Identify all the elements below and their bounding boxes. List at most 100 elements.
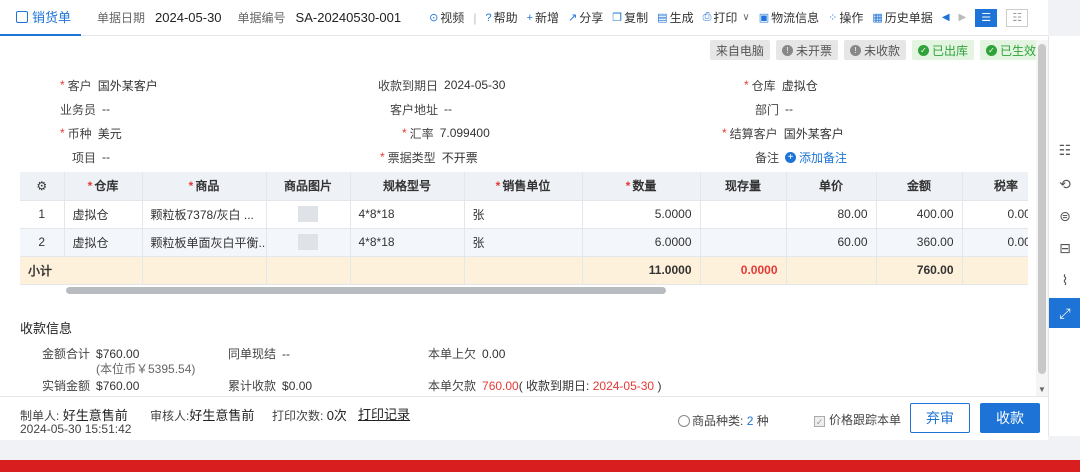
attachment-icon[interactable]: ⌇ — [1055, 270, 1075, 290]
order-no-value[interactable]: SA-20240530-001 — [296, 10, 402, 25]
customer-value[interactable]: 国外某客户 — [98, 77, 158, 94]
currency-field[interactable]: * 币种 美元 — [60, 124, 122, 142]
col-tax[interactable]: 税率 — [962, 172, 1028, 201]
row-amount[interactable]: 400.00 — [876, 200, 963, 229]
warehouse-value[interactable]: 虚拟仓 — [782, 77, 818, 94]
row-product[interactable]: 颗粒板7378/灰白 ... — [142, 200, 267, 229]
abandon-audit-button[interactable]: 弃审 — [910, 403, 970, 433]
col-stock[interactable]: 现存量 — [700, 172, 787, 201]
list-view-icon[interactable]: ☰ — [975, 8, 998, 27]
next-arrow-icon[interactable]: ▶ — [959, 12, 967, 23]
row-qty[interactable]: 5.0000 — [582, 200, 701, 229]
row-price[interactable]: 80.00 — [786, 200, 877, 229]
footer-bar: 制单人: 好生意售前 2024-05-30 15:51:42 审核人:好生意售前… — [0, 396, 1048, 440]
expand-icon[interactable]: ⤢ — [1049, 298, 1080, 328]
total-amount-label: 金额合计 — [42, 347, 91, 361]
salesman-field[interactable]: 业务员 -- — [60, 100, 110, 118]
due-date-value[interactable]: 2024-05-30 — [444, 78, 505, 92]
row-warehouse[interactable]: 虚拟仓 — [64, 200, 143, 229]
logistics-button[interactable]: ▣ 物流信息 — [759, 9, 819, 26]
customer-field[interactable]: * 客户 国外某客户 — [60, 76, 158, 94]
currency-value[interactable]: 美元 — [98, 125, 122, 142]
dept-field[interactable]: 部门 -- — [755, 100, 793, 118]
scroll-down-arrow-icon[interactable]: ▼ — [1038, 385, 1046, 394]
address-field[interactable]: 客户地址 -- — [390, 100, 452, 118]
row-tax[interactable]: 0.00% — [962, 200, 1028, 229]
scrollbar-thumb[interactable] — [1038, 44, 1046, 374]
row-image[interactable] — [266, 228, 351, 257]
col-price[interactable]: 单价 — [786, 172, 877, 201]
chevron-down-icon[interactable]: ∨ — [742, 12, 749, 23]
collect-icon[interactable]: ⊜ — [1055, 206, 1075, 226]
add-remark-link[interactable]: + 添加备注 — [785, 149, 847, 166]
table-row[interactable]: 1 虚拟仓 颗粒板7378/灰白 ... 4*8*18 张 5.0000 80.… — [20, 200, 1028, 229]
col-product[interactable]: * 商品 — [142, 172, 267, 201]
checkbox-icon[interactable]: ✓ — [814, 416, 825, 427]
video-button[interactable]: ⊙ 视频 — [429, 9, 464, 26]
table-row[interactable]: 2 虚拟仓 颗粒板单面灰白平衡... 4*8*18 张 6.0000 60.00… — [20, 228, 1028, 257]
due-date-field[interactable]: 收款到期日 2024-05-30 — [378, 76, 505, 94]
settle-customer-field[interactable]: * 结算客户 国外某客户 — [722, 124, 844, 142]
warehouse-field[interactable]: * 仓库 虚拟仓 — [744, 76, 818, 94]
row-qty[interactable]: 6.0000 — [582, 228, 701, 257]
card-view-icon[interactable]: ☷ — [1006, 8, 1029, 27]
generate-button[interactable]: ▤ 生成 — [657, 9, 693, 26]
copy-button[interactable]: ❐ 复制 — [612, 9, 648, 26]
vertical-scrollbar[interactable]: ▼ — [1036, 40, 1048, 396]
payment-section-title: 收款信息 — [20, 321, 73, 336]
row-unit[interactable]: 张 — [464, 200, 583, 229]
plus-icon: + — [526, 11, 534, 24]
col-spec[interactable]: 规格型号 — [350, 172, 465, 201]
row-tax[interactable]: 0.00% — [962, 228, 1028, 257]
follow-up-icon[interactable]: ⟲ — [1055, 174, 1075, 194]
row-number: 2 — [20, 228, 65, 257]
col-image[interactable]: 商品图片 — [266, 172, 351, 201]
col-qty[interactable]: * 数量 — [582, 172, 701, 201]
row-image[interactable] — [266, 200, 351, 229]
required-mark: * — [188, 179, 194, 194]
product-kind-icon — [678, 415, 690, 427]
row-warehouse[interactable]: 虚拟仓 — [64, 228, 143, 257]
row-unit[interactable]: 张 — [464, 228, 583, 257]
invoice-type-value[interactable]: 不开票 — [442, 149, 478, 166]
row-price[interactable]: 60.00 — [786, 228, 877, 257]
rate-value[interactable]: 7.099400 — [440, 126, 490, 140]
invoice-icon[interactable]: ⊟ — [1055, 238, 1075, 258]
col-unit[interactable]: * 销售单位 — [464, 172, 583, 201]
product-kind-field: 商品种类: 2 种 — [678, 412, 769, 429]
table-horizontal-scrollbar[interactable] — [66, 287, 666, 294]
new-button[interactable]: + 新增 — [527, 9, 559, 26]
salesman-value[interactable]: -- — [102, 102, 110, 116]
price-track-checkbox[interactable]: ✓ 价格跟踪本单 — [814, 411, 901, 428]
share-button[interactable]: ↗ 分享 — [568, 9, 603, 26]
col-warehouse[interactable]: * 仓库 — [64, 172, 143, 201]
row-spec[interactable]: 4*8*18 — [350, 200, 465, 229]
collect-button[interactable]: 收款 — [980, 403, 1040, 433]
tab-sales-order[interactable]: 销货单 — [0, 0, 82, 36]
print-log-link[interactable]: 打印记录 — [358, 404, 410, 423]
row-amount[interactable]: 360.00 — [876, 228, 963, 257]
operation-button[interactable]: ⁘ 操作 — [828, 9, 863, 26]
help-button[interactable]: ? 帮助 — [485, 9, 517, 26]
col-amount[interactable]: 金额 — [876, 172, 963, 201]
rate-field[interactable]: * 汇率 7.099400 — [402, 124, 490, 142]
prev-arrow-icon[interactable]: ◀ — [942, 12, 950, 23]
order-date-value[interactable]: 2024-05-30 — [155, 10, 222, 25]
dept-value[interactable]: -- — [785, 102, 793, 116]
source-badge: 来自电脑 — [709, 40, 770, 60]
col-unit-label: 销售单位 — [502, 179, 551, 194]
row-product[interactable]: 颗粒板单面灰白平衡... — [142, 228, 267, 257]
print-button[interactable]: ⎙ 打印 ∨ — [703, 9, 750, 26]
invoice-type-field[interactable]: * 票据类型 不开票 — [380, 148, 478, 166]
bottom-red-bar — [0, 460, 1080, 472]
column-settings-icon[interactable]: ⚙ — [20, 172, 65, 201]
project-field[interactable]: 项目 -- — [72, 148, 110, 166]
document-detail-icon[interactable]: ☷ — [1055, 140, 1075, 160]
history-button[interactable]: ▦ 历史单据 — [872, 9, 932, 26]
help-label: 帮助 — [493, 11, 518, 25]
col-warehouse-label: 仓库 — [94, 179, 119, 194]
project-value[interactable]: -- — [102, 150, 110, 164]
row-spec[interactable]: 4*8*18 — [350, 228, 465, 257]
address-value[interactable]: -- — [444, 102, 452, 116]
settle-customer-value[interactable]: 国外某客户 — [784, 125, 844, 142]
